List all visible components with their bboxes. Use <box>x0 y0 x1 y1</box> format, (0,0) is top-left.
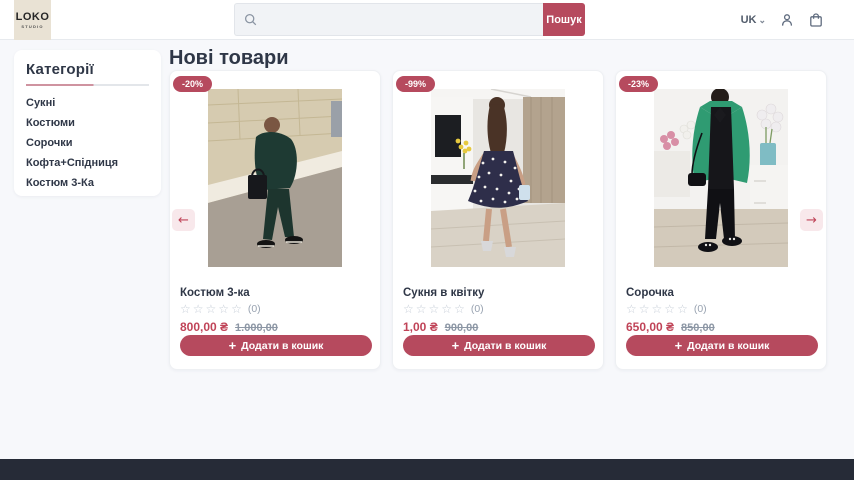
rating-row: ☆☆☆☆☆ (0) <box>626 303 707 315</box>
product-card: -20% <box>169 70 381 370</box>
current-price: 1,00 ₴ <box>403 320 438 334</box>
search-input-box <box>234 3 543 36</box>
user-icon[interactable] <box>779 12 795 28</box>
sidebar-item-sorochky[interactable]: Сорочки <box>26 138 149 149</box>
product-title[interactable]: Сукня в квітку <box>403 287 484 299</box>
add-to-cart-label: Додати в кошик <box>241 340 323 352</box>
logo-title: LOKO <box>16 12 50 23</box>
category-list: Сукні Костюми Сорочки Кофта+Спідниця Кос… <box>26 98 149 189</box>
star-icon: ☆ <box>454 303 465 315</box>
rating-count: (0) <box>471 303 484 315</box>
star-icon: ☆ <box>218 303 229 315</box>
sidebar-item-sukni[interactable]: Сукні <box>26 98 149 109</box>
rating-row: ☆☆☆☆☆ (0) <box>403 303 484 315</box>
product-title[interactable]: Сорочка <box>626 287 674 299</box>
star-icon: ☆ <box>664 303 675 315</box>
product-photo-shirt <box>654 89 788 267</box>
discount-badge: -23% <box>619 76 658 92</box>
old-price: 900,00 <box>445 322 479 334</box>
price-row: 800,00 ₴ 1.000,00 <box>180 320 278 334</box>
product-image[interactable] <box>654 89 788 267</box>
plus-icon: + <box>229 339 237 352</box>
logo-subtitle: STUDIO <box>21 24 43 29</box>
current-price: 650,00 ₴ <box>626 320 674 334</box>
price-row: 650,00 ₴ 850,00 <box>626 320 715 334</box>
sidebar-item-kostyumy[interactable]: Костюми <box>26 118 149 129</box>
star-icon: ☆ <box>231 303 242 315</box>
add-to-cart-button[interactable]: + Додати в кошик <box>626 335 818 356</box>
sidebar-title: Категорії <box>26 61 149 78</box>
star-icon: ☆ <box>441 303 452 315</box>
categories-sidebar: Категорії Сукні Костюми Сорочки Кофта+Сп… <box>14 50 161 196</box>
rating-row: ☆☆☆☆☆ (0) <box>180 303 261 315</box>
chevron-down-icon: ⌄ <box>758 15 766 26</box>
star-icon: ☆ <box>206 303 217 315</box>
add-to-cart-button[interactable]: + Додати в кошик <box>180 335 372 356</box>
product-card: -23% <box>615 70 827 370</box>
footer <box>0 459 854 480</box>
add-to-cart-button[interactable]: + Додати в кошик <box>403 335 595 356</box>
star-icon: ☆ <box>193 303 204 315</box>
cart-icon[interactable] <box>808 12 824 28</box>
search-icon <box>244 13 257 26</box>
language-label: UK <box>741 14 757 26</box>
add-to-cart-label: Додати в кошик <box>687 340 769 352</box>
product-photo-suit <box>208 89 342 267</box>
price-row: 1,00 ₴ 900,00 <box>403 320 478 334</box>
sidebar-item-kofta-spidnytsia[interactable]: Кофта+Спідниця <box>26 158 149 169</box>
discount-badge: -20% <box>173 76 212 92</box>
star-icon: ☆ <box>652 303 663 315</box>
search-bar: Пошук <box>234 3 585 36</box>
product-photo-dress <box>431 89 565 267</box>
old-price: 1.000,00 <box>235 322 278 334</box>
star-icon: ☆ <box>429 303 440 315</box>
star-icon: ☆ <box>416 303 427 315</box>
carousel-prev-button[interactable]: ← <box>172 209 195 231</box>
search-input[interactable] <box>264 4 543 35</box>
star-icon: ☆ <box>677 303 688 315</box>
plus-icon: + <box>452 339 460 352</box>
plus-icon: + <box>675 339 683 352</box>
current-price: 800,00 ₴ <box>180 320 228 334</box>
page-title: Нові товари <box>169 47 288 70</box>
rating-count: (0) <box>248 303 261 315</box>
product-image[interactable] <box>431 89 565 267</box>
star-icon: ☆ <box>403 303 414 315</box>
star-icon: ☆ <box>626 303 637 315</box>
search-button[interactable]: Пошук <box>543 3 585 36</box>
star-icon: ☆ <box>180 303 191 315</box>
product-card: -99% <box>392 70 604 370</box>
arrow-right-icon: → <box>806 213 817 228</box>
logo[interactable]: LOKO STUDIO <box>14 0 51 40</box>
language-selector[interactable]: UK ⌄ <box>741 14 766 26</box>
page: LOKO STUDIO Пошук UK ⌄ <box>0 0 854 480</box>
product-title[interactable]: Костюм 3-ка <box>180 287 250 299</box>
discount-badge: -99% <box>396 76 435 92</box>
header-actions: UK ⌄ <box>741 0 824 40</box>
carousel-next-button[interactable]: → <box>800 209 823 231</box>
header: LOKO STUDIO Пошук UK ⌄ <box>0 0 854 40</box>
arrow-left-icon: ← <box>178 213 189 228</box>
old-price: 850,00 <box>681 322 715 334</box>
star-icon: ☆ <box>639 303 650 315</box>
rating-count: (0) <box>694 303 707 315</box>
product-image[interactable] <box>208 89 342 267</box>
add-to-cart-label: Додати в кошик <box>464 340 546 352</box>
sidebar-divider <box>26 84 149 86</box>
sidebar-item-kostyum-3ka[interactable]: Костюм 3-Ка <box>26 178 149 189</box>
